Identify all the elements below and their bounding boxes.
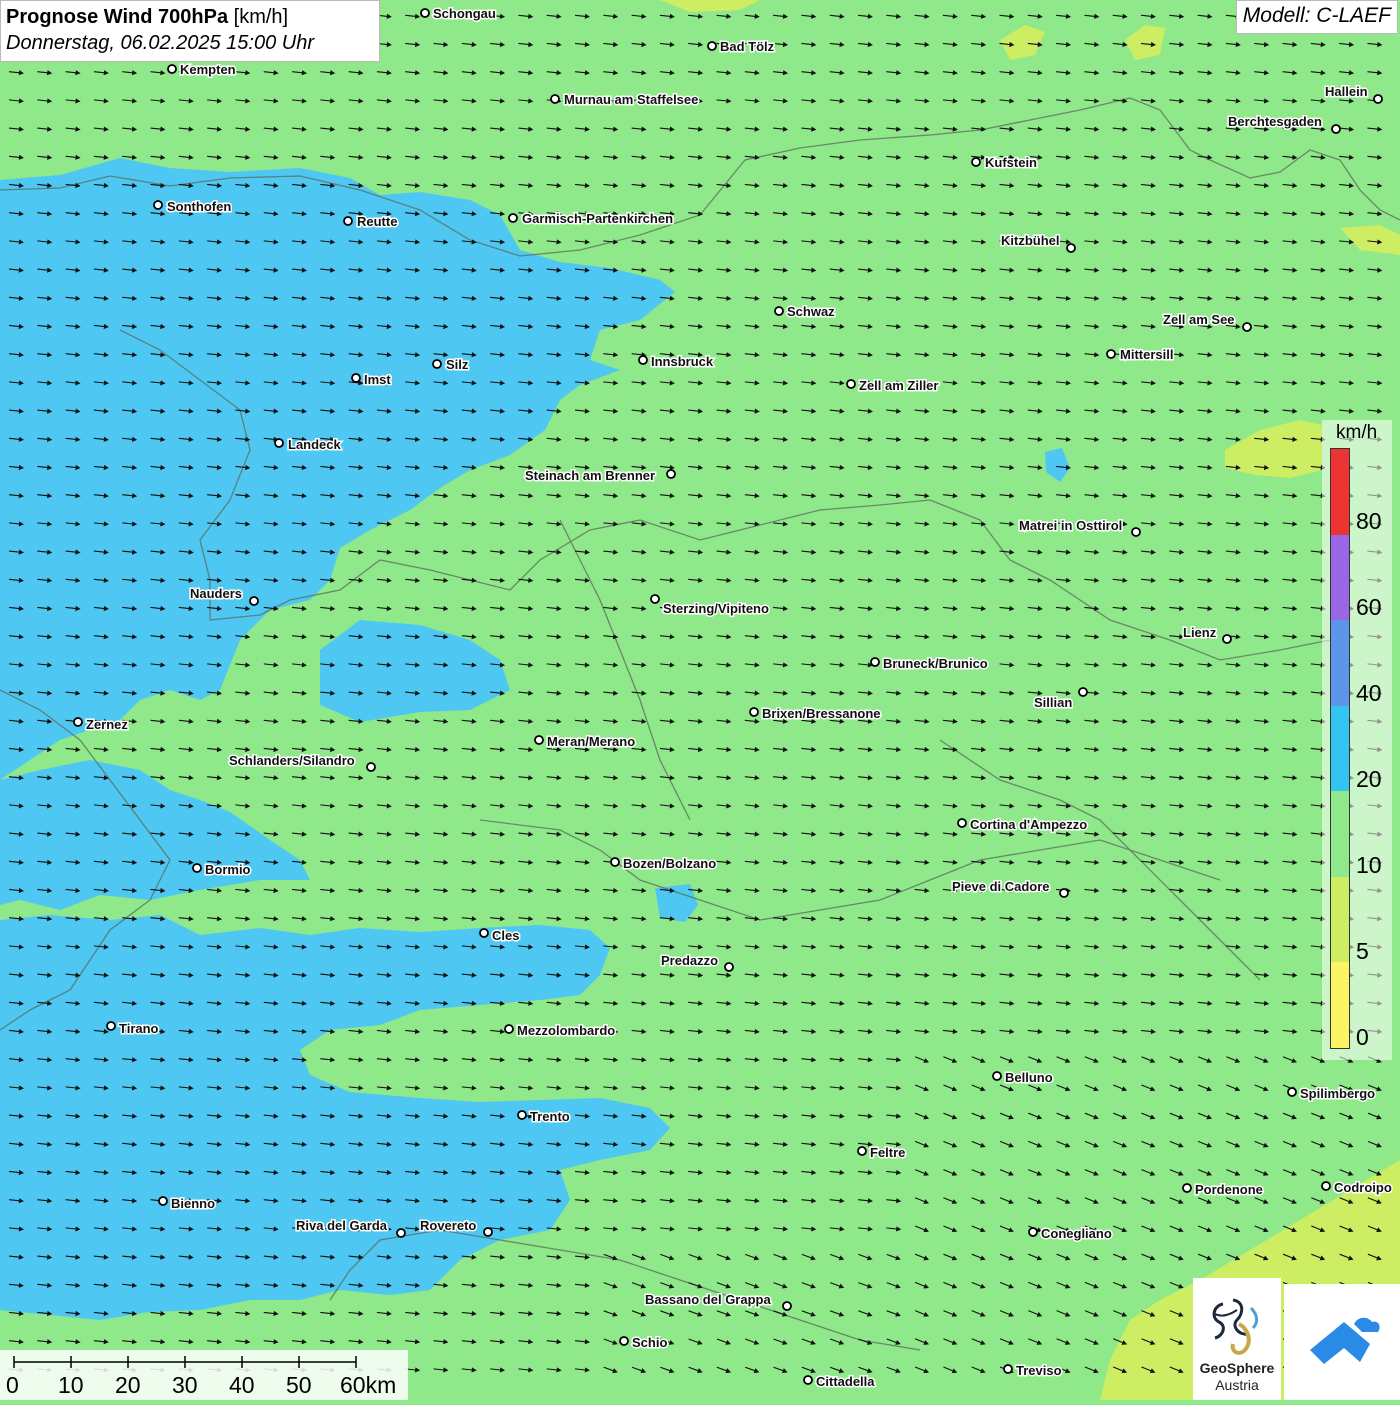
title-unit: [km/h] <box>233 6 289 28</box>
city-brixen: Brixen/Bressanone <box>749 705 882 723</box>
title-main: Prognose Wind 700hPa <box>6 6 229 28</box>
scale-label-0: 0 <box>6 1372 19 1398</box>
geosphere-country: Austria <box>1215 1377 1259 1393</box>
svg-text:Sonthofen: Sonthofen <box>167 199 231 214</box>
model-label: Modell: C-LAEF <box>1235 0 1398 34</box>
svg-text:Mittersill: Mittersill <box>1120 347 1173 362</box>
legend-seg-60 <box>1331 534 1349 620</box>
svg-text:Kufstein: Kufstein <box>985 155 1037 170</box>
svg-text:Bozen/Bolzano: Bozen/Bolzano <box>623 856 716 871</box>
legend-seg-10 <box>1331 791 1349 877</box>
svg-text:Trento: Trento <box>530 1109 570 1124</box>
legend-label-20: 20 <box>1356 766 1382 792</box>
scale-label-40: 40 <box>229 1372 255 1398</box>
svg-text:Zell am Ziller: Zell am Ziller <box>859 378 938 393</box>
color-legend: km/h 80 60 40 20 10 5 0 <box>1322 420 1392 1060</box>
legend-label-40: 40 <box>1356 680 1382 706</box>
legend-seg-40 <box>1331 620 1349 706</box>
legend-bar <box>1330 448 1350 1049</box>
svg-text:Berchtesgaden: Berchtesgaden <box>1228 114 1322 129</box>
svg-text:Schwaz: Schwaz <box>787 304 835 319</box>
svg-text:Tirano: Tirano <box>119 1021 159 1036</box>
city-murnau: Murnau am Staffelsee <box>550 91 700 109</box>
city-garmisch: Garmisch-Partenkirchen <box>508 210 675 228</box>
legend-seg-20 <box>1331 705 1349 791</box>
city-spilimbergo: Spilimbergo <box>1287 1085 1377 1103</box>
scale-bar: 0 10 20 30 40 50 60km <box>0 1350 408 1400</box>
svg-text:Steinach am Brenner: Steinach am Brenner <box>525 468 655 483</box>
city-steinach: Steinach am Brenner <box>524 467 676 485</box>
svg-text:Predazzo: Predazzo <box>661 953 718 968</box>
city-innsbruck: Innsbruck <box>638 353 715 371</box>
svg-text:Cles: Cles <box>492 928 519 943</box>
city-meran: Meran/Merano <box>534 733 637 751</box>
map-title-box: Prognose Wind 700hPa [km/h] Donnerstag, … <box>0 0 380 62</box>
legend-label-80: 80 <box>1356 508 1382 534</box>
svg-text:Meran/Merano: Meran/Merano <box>547 734 635 749</box>
wind-map: Schongau Bad Tölz Kempten Murnau am Staf… <box>0 0 1400 1400</box>
city-schongau: Schongau <box>420 5 497 23</box>
scale-label-60km: 60km <box>340 1372 397 1398</box>
geosphere-logo: GeoSphere Austria <box>1193 1278 1281 1400</box>
svg-text:Brixen/Bressanone: Brixen/Bressanone <box>762 706 881 721</box>
svg-text:Silz: Silz <box>446 357 469 372</box>
svg-text:Garmisch-Partenkirchen: Garmisch-Partenkirchen <box>522 211 673 226</box>
geosphere-emblem-icon <box>1212 1298 1259 1355</box>
svg-text:Matrei in Osttirol: Matrei in Osttirol <box>1019 518 1122 533</box>
legend-seg-5 <box>1331 876 1349 962</box>
scale-label-50: 50 <box>286 1372 312 1398</box>
svg-text:Spilimbergo: Spilimbergo <box>1300 1086 1375 1101</box>
svg-text:Landeck: Landeck <box>288 437 342 452</box>
svg-text:Bormio: Bormio <box>205 862 251 877</box>
city-bozen: Bozen/Bolzano <box>610 855 718 873</box>
scale-label-30: 30 <box>172 1372 198 1398</box>
city-conegliano: Conegliano <box>1028 1225 1113 1243</box>
scale-label-10: 10 <box>58 1372 84 1398</box>
svg-text:Sterzing/Vipiteno: Sterzing/Vipiteno <box>663 601 769 616</box>
legend-label-5: 5 <box>1356 938 1369 964</box>
city-cortina: Cortina d'Ampezzo <box>957 816 1089 834</box>
svg-text:Pieve di Cadore: Pieve di Cadore <box>952 879 1050 894</box>
svg-text:Reutte: Reutte <box>357 214 397 229</box>
legend-unit: km/h <box>1336 422 1378 443</box>
svg-text:Murnau am Staffelsee: Murnau am Staffelsee <box>564 92 698 107</box>
svg-text:Lienz: Lienz <box>1183 625 1217 640</box>
svg-text:Nauders: Nauders <box>190 586 242 601</box>
forecast-date: Donnerstag, 06.02.2025 15:00 Uhr <box>6 32 314 54</box>
geosphere-name: GeoSphere <box>1199 1360 1275 1376</box>
legend-seg-0 <box>1331 962 1349 1048</box>
legend-label-10: 10 <box>1356 852 1382 878</box>
mountain-cloud-icon <box>1310 1317 1380 1364</box>
app-logo <box>1284 1284 1400 1400</box>
svg-text:Bad Tölz: Bad Tölz <box>720 39 775 54</box>
svg-text:Imst: Imst <box>364 372 391 387</box>
svg-text:Schlanders/Silandro: Schlanders/Silandro <box>229 753 355 768</box>
legend-label-0: 0 <box>1356 1024 1369 1050</box>
scale-bar-line <box>13 1356 357 1368</box>
legend-label-60: 60 <box>1356 594 1382 620</box>
city-bruneck: Bruneck/Brunico <box>870 655 989 673</box>
legend-seg-80 <box>1331 449 1349 535</box>
city-pordenone: Pordenone <box>1182 1181 1264 1199</box>
svg-text:Sillian: Sillian <box>1034 695 1072 710</box>
svg-text:Schongau: Schongau <box>433 6 496 21</box>
svg-text:Cortina d'Ampezzo: Cortina d'Ampezzo <box>970 817 1087 832</box>
map-title: Prognose Wind 700hPa [km/h] <box>6 4 374 30</box>
city-zell-am-ziller: Zell am Ziller <box>846 377 940 395</box>
city-mezzolombardo: Mezzolombardo <box>504 1022 617 1040</box>
svg-text:Mezzolombardo: Mezzolombardo <box>517 1023 615 1038</box>
svg-text:Bruneck/Brunico: Bruneck/Brunico <box>883 656 988 671</box>
svg-text:Kempten: Kempten <box>180 62 236 77</box>
svg-text:Innsbruck: Innsbruck <box>651 354 714 369</box>
scale-label-20: 20 <box>115 1372 141 1398</box>
svg-text:Hallein: Hallein <box>1325 84 1368 99</box>
svg-text:Zernez: Zernez <box>86 717 128 732</box>
svg-text:Kitzbühel: Kitzbühel <box>1001 233 1060 248</box>
svg-text:Belluno: Belluno <box>1005 1070 1053 1085</box>
svg-text:Zell am See: Zell am See <box>1163 312 1235 327</box>
